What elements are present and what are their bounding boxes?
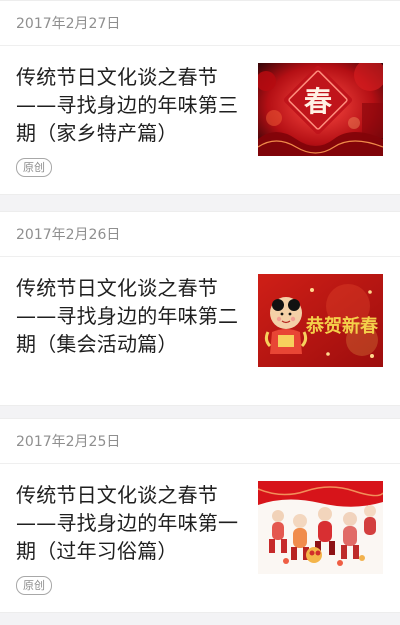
date-group-0226: 2017年2月26日 传统节日文化谈之春节——寻找身边的年味第二期（集会活动篇） (0, 211, 400, 406)
original-badge: 原创 (16, 158, 52, 177)
article-title[interactable]: 传统节日文化谈之春节——寻找身边的年味第三期（家乡特产篇） (16, 63, 241, 147)
article-feed: 2017年2月27日 传统节日文化谈之春节——寻找身边的年味第三期（家乡特产篇）… (0, 0, 400, 625)
original-badge: 原创 (16, 576, 52, 595)
greeting-text: 恭贺新春 (305, 315, 379, 337)
publish-date: 2017年2月27日 (0, 1, 400, 46)
article-card[interactable]: 传统节日文化谈之春节——寻找身边的年味第一期（过年习俗篇） 原创 (0, 464, 400, 612)
publish-date: 2017年2月25日 (0, 419, 400, 464)
chun-character: 春 (304, 85, 332, 118)
new-year-greeting-card-image[interactable]: 恭贺新春 (258, 274, 383, 367)
article-card[interactable]: 传统节日文化谈之春节——寻找身边的年味第二期（集会活动篇） 恭贺新春 (0, 257, 400, 405)
date-group-0225: 2017年2月25日 传统节日文化谈之春节——寻找身边的年味第一期（过年习俗篇）… (0, 418, 400, 613)
spring-festival-fu-lantern-image[interactable]: 春 (258, 63, 383, 156)
date-group-0227: 2017年2月27日 传统节日文化谈之春节——寻找身边的年味第三期（家乡特产篇）… (0, 0, 400, 195)
publish-date: 2017年2月26日 (0, 212, 400, 257)
article-card[interactable]: 传统节日文化谈之春节——寻找身边的年味第三期（家乡特产篇） 原创 春 (0, 46, 400, 194)
article-title[interactable]: 传统节日文化谈之春节——寻找身边的年味第二期（集会活动篇） (16, 274, 241, 358)
article-title[interactable]: 传统节日文化谈之春节——寻找身边的年味第一期（过年习俗篇） (16, 481, 241, 565)
festive-children-parade-image[interactable] (258, 481, 383, 574)
